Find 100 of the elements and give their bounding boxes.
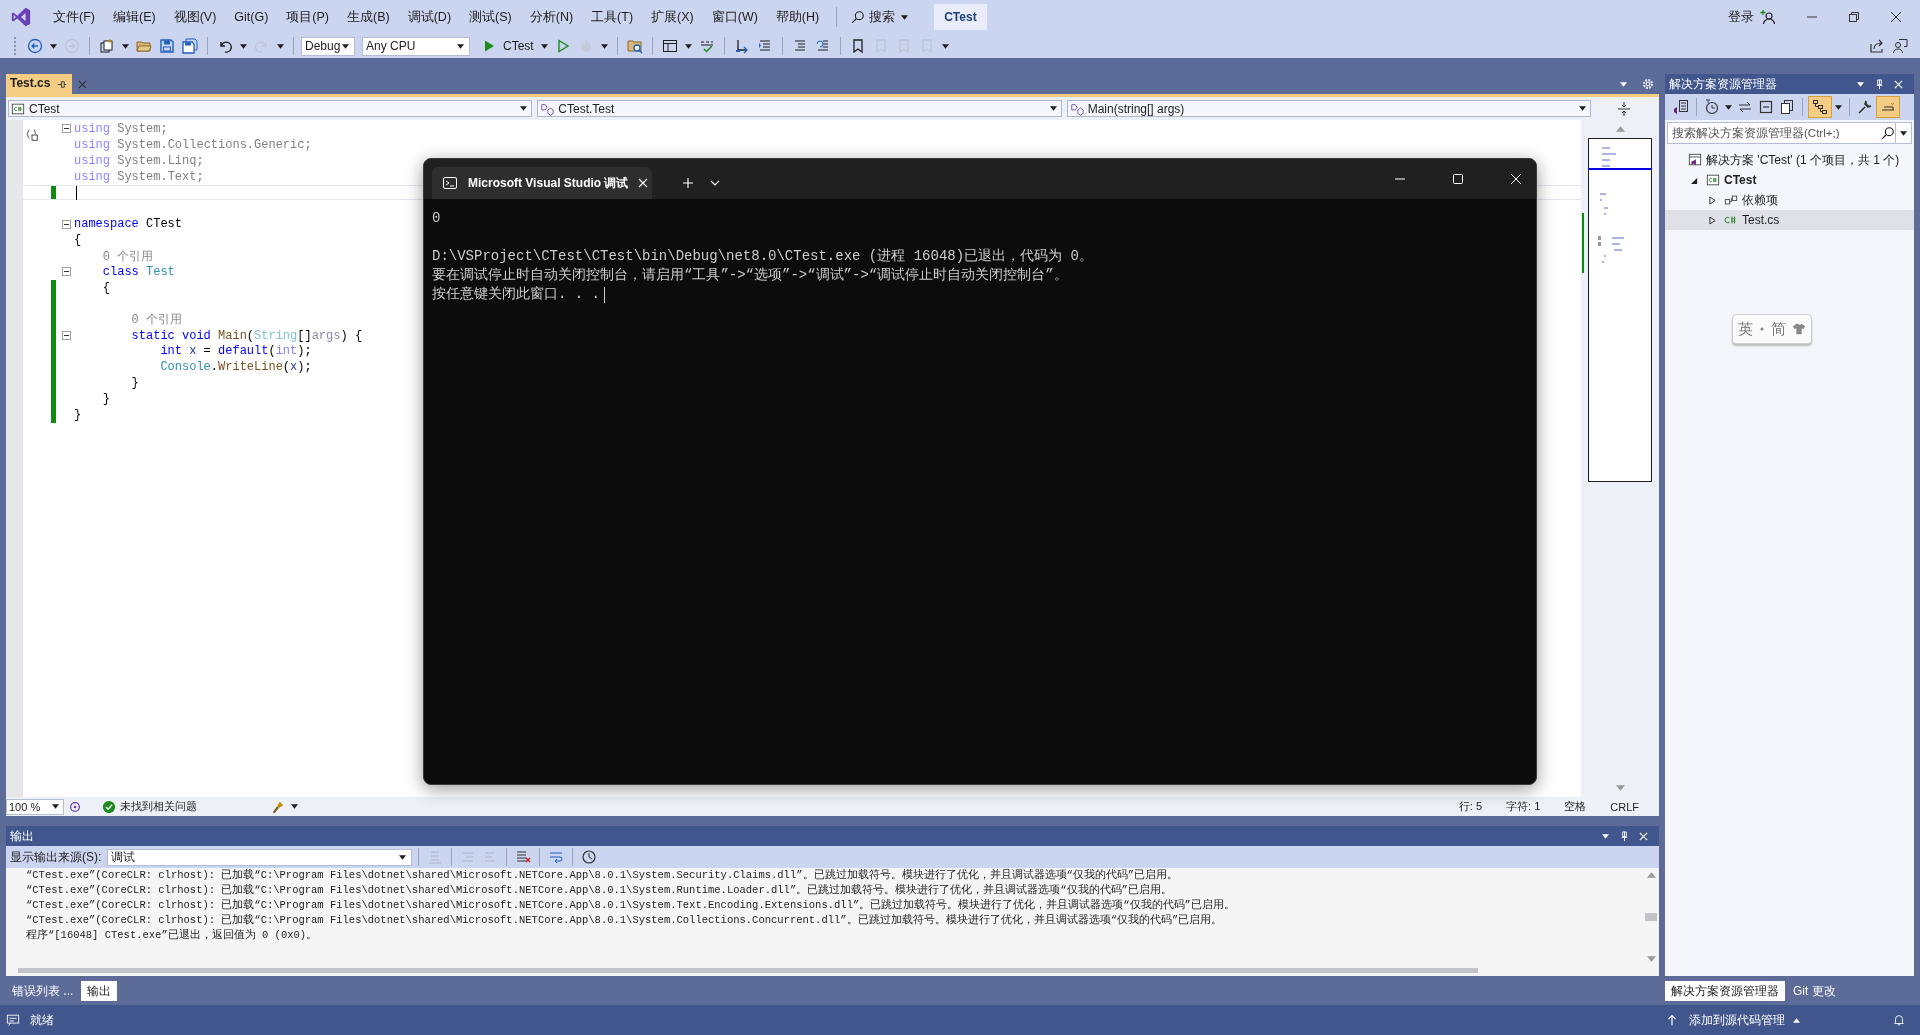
reference-count-link[interactable]: 0 个引用 <box>74 247 154 265</box>
close-icon[interactable] <box>1890 11 1902 23</box>
copilot-icon[interactable] <box>68 799 82 814</box>
scrollbar-thumb[interactable] <box>1645 913 1657 921</box>
menu-item[interactable]: 窗口(W) <box>702 8 767 26</box>
switch-views-icon[interactable] <box>1673 99 1689 115</box>
caret-icon[interactable] <box>1900 130 1907 136</box>
feedback-icon[interactable] <box>1892 38 1908 54</box>
window-layout-icon[interactable] <box>661 38 678 54</box>
panel-tab[interactable]: Git 更改 <box>1787 981 1842 1001</box>
undo-icon[interactable] <box>217 38 233 54</box>
step-icon[interactable] <box>733 38 750 54</box>
sign-in-link[interactable]: 登录 <box>1728 8 1754 26</box>
wrench-icon[interactable] <box>1857 99 1873 115</box>
ime-script[interactable]: 简 <box>1771 319 1786 339</box>
restore-icon[interactable] <box>1848 11 1860 23</box>
menu-item[interactable]: 文件(F) <box>44 8 104 26</box>
chevron-down-icon[interactable] <box>710 180 720 186</box>
menu-item[interactable]: 帮助(H) <box>766 8 829 26</box>
caret-icon[interactable] <box>122 43 129 49</box>
menu-item[interactable]: 生成(B) <box>338 8 399 26</box>
menu-item[interactable]: 工具(T) <box>582 8 643 26</box>
new-tab-icon[interactable] <box>682 177 694 189</box>
source-control-button[interactable]: 添加到源代码管理 <box>1689 1011 1802 1029</box>
app-logo-icon[interactable] <box>10 6 32 28</box>
caret-icon[interactable] <box>1602 833 1609 839</box>
save-all-icon[interactable] <box>182 38 198 54</box>
document-tab[interactable]: Test.cs <box>6 74 73 94</box>
caret-icon[interactable] <box>600 43 608 49</box>
navigation-dropdown[interactable]: CTest.Test <box>537 100 1062 117</box>
back-icon[interactable] <box>27 38 43 54</box>
word-wrap-icon[interactable] <box>548 849 565 865</box>
search-field[interactable]: 搜索解决方案资源管理器(Ctrl+;) <box>1667 122 1912 144</box>
tree-view-icon[interactable] <box>1812 99 1828 115</box>
platform-dropdown[interactable]: Any CPU <box>362 36 470 56</box>
pending-changes-icon[interactable] <box>1704 99 1720 115</box>
collapse-icon[interactable] <box>61 267 71 277</box>
new-item-icon[interactable] <box>99 38 115 54</box>
ime-language[interactable]: 英 <box>1738 319 1753 339</box>
reference-count-link[interactable]: 0 个引用 <box>74 311 182 329</box>
collapse-icon[interactable] <box>61 219 71 229</box>
add-account-icon[interactable] <box>1760 9 1776 25</box>
caret-icon[interactable] <box>50 43 57 49</box>
menu-item[interactable]: 分析(N) <box>520 8 583 26</box>
tree-item[interactable]: 依赖项 <box>1742 191 1778 209</box>
clock-icon[interactable] <box>581 849 598 865</box>
uncomment-lines-icon[interactable] <box>814 38 831 54</box>
collapse-icon[interactable] <box>61 124 71 134</box>
caret-icon[interactable] <box>540 43 548 49</box>
shirt-icon[interactable] <box>1792 322 1806 336</box>
menu-item[interactable]: 项目(P) <box>277 8 338 26</box>
menu-item[interactable]: 调试(D) <box>398 8 461 26</box>
caret-icon[interactable] <box>240 43 247 49</box>
scroll-up-icon[interactable] <box>1646 872 1656 878</box>
zoom-dropdown[interactable]: 100 % <box>6 798 64 815</box>
menu-item[interactable]: 扩展(X) <box>642 8 703 26</box>
issues-status[interactable]: 未找到相关问题 <box>120 799 197 814</box>
notification-bell-icon[interactable] <box>1892 1013 1906 1027</box>
menu-item[interactable]: 视图(V) <box>164 8 226 26</box>
code-minimap[interactable] <box>1588 138 1652 482</box>
menu-item[interactable]: Git(G) <box>225 10 278 24</box>
panel-tab[interactable]: 输出 <box>81 981 118 1001</box>
copy-pages-icon[interactable] <box>1779 99 1795 115</box>
caret-icon[interactable] <box>1835 104 1842 110</box>
console-tab[interactable]: Microsoft Visual Studio 调试 <box>432 167 652 199</box>
pin-icon[interactable] <box>56 78 68 90</box>
output-window-icon[interactable] <box>6 1013 20 1027</box>
configuration-dropdown[interactable]: Debug <box>301 36 355 56</box>
menu-item[interactable]: 测试(S) <box>460 8 521 26</box>
panel-tab[interactable]: 错误列表 ... <box>6 981 80 1001</box>
share-icon[interactable] <box>1869 38 1885 54</box>
menu-item[interactable]: 编辑(E) <box>103 8 165 26</box>
line-ending-status[interactable]: CRLF <box>1610 800 1639 813</box>
tree-item[interactable]: 解决方案 'CTest' (1 个项目，共 1 个) <box>1706 151 1900 169</box>
indent-mode-status[interactable]: 空格 <box>1564 799 1587 814</box>
caret-icon[interactable] <box>291 804 298 809</box>
caret-icon[interactable] <box>277 43 284 49</box>
pin-icon[interactable] <box>1874 78 1885 90</box>
indent-lines-icon[interactable] <box>756 38 773 54</box>
caret-icon[interactable] <box>1725 104 1732 110</box>
navigation-dropdown[interactable]: Main(string[] args) <box>1066 100 1591 117</box>
split-window-icon[interactable] <box>1616 100 1632 117</box>
sync-icon[interactable] <box>1737 99 1753 115</box>
navigation-dropdown[interactable]: CTest <box>8 100 533 117</box>
clear-all-icon[interactable] <box>515 849 532 865</box>
search-button[interactable]: 搜索 <box>845 8 917 26</box>
folder-search-icon[interactable] <box>626 38 643 54</box>
tree-item[interactable]: CTest <box>1724 173 1757 187</box>
collapse-all-icon[interactable] <box>1758 99 1774 115</box>
folder-icon[interactable] <box>136 38 152 54</box>
save-icon[interactable] <box>159 38 175 54</box>
caret-icon[interactable] <box>1857 81 1864 87</box>
pin-icon[interactable] <box>1619 830 1630 842</box>
spell-check-icon[interactable] <box>698 38 715 54</box>
caret-icon[interactable] <box>941 43 949 49</box>
maximize-icon[interactable] <box>1452 173 1464 185</box>
punctuation-dot-icon[interactable] <box>1759 326 1765 332</box>
output-source-dropdown[interactable]: 调试 <box>107 848 413 866</box>
scrollbar-thumb[interactable] <box>18 968 1478 973</box>
settings-icon[interactable] <box>1641 77 1655 91</box>
